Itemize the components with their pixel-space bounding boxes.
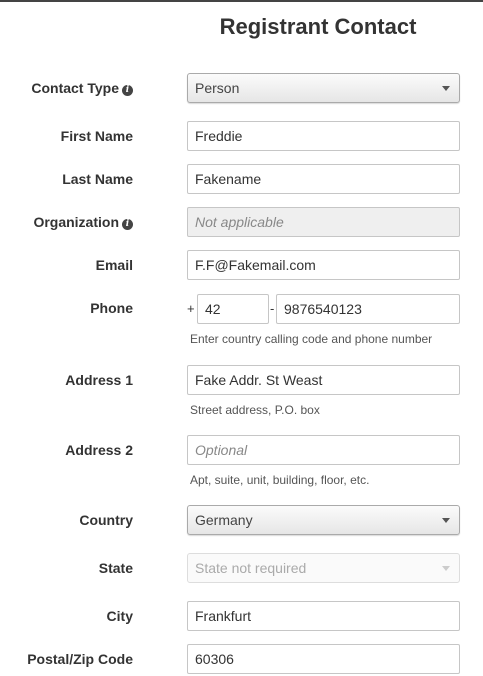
state-select: State not required [187, 553, 460, 583]
address2-help-text: Apt, suite, unit, building, floor, etc. [190, 473, 370, 487]
info-icon[interactable]: i [122, 219, 133, 230]
first-name-input[interactable] [187, 121, 460, 151]
info-icon[interactable]: i [122, 85, 133, 96]
state-label: State [98, 560, 133, 576]
address1-input[interactable] [187, 365, 460, 395]
address2-label: Address 2 [65, 442, 133, 458]
contact-type-label-text: Contact Type [31, 80, 119, 96]
address2-input[interactable] [187, 435, 460, 465]
phone-label: Phone [90, 300, 133, 316]
phone-separator: - [270, 301, 275, 316]
phone-number-input[interactable] [276, 294, 460, 324]
phone-help-text: Enter country calling code and phone num… [190, 332, 433, 346]
organization-label: Organization i [0, 214, 133, 230]
email-label: Email [95, 257, 133, 273]
city-input[interactable] [187, 601, 460, 631]
postal-code-label: Postal/Zip Code [27, 651, 133, 667]
contact-type-label: Contact Type i [0, 80, 133, 96]
city-label: City [106, 608, 133, 624]
last-name-input[interactable] [187, 164, 460, 194]
last-name-label: Last Name [62, 171, 133, 187]
page-title: Registrant Contact [219, 14, 417, 39]
phone-country-code-input[interactable] [197, 294, 269, 324]
chevron-down-icon [442, 566, 450, 571]
organization-input[interactable] [187, 207, 460, 237]
address1-help-text: Street address, P.O. box [190, 403, 320, 417]
state-value: State not required [195, 560, 307, 576]
country-select[interactable]: Germany [187, 505, 460, 535]
email-input[interactable] [187, 250, 460, 280]
chevron-down-icon [442, 518, 450, 523]
address1-label: Address 1 [65, 372, 133, 388]
postal-code-input[interactable] [187, 644, 460, 674]
country-label: Country [79, 512, 133, 528]
chevron-down-icon [442, 86, 450, 91]
organization-label-text: Organization [33, 214, 119, 230]
first-name-label: First Name [60, 128, 133, 144]
phone-plus-sign: + [187, 301, 195, 316]
country-value: Germany [195, 512, 253, 528]
contact-type-select[interactable]: Person [187, 73, 460, 103]
contact-type-value: Person [195, 80, 240, 96]
